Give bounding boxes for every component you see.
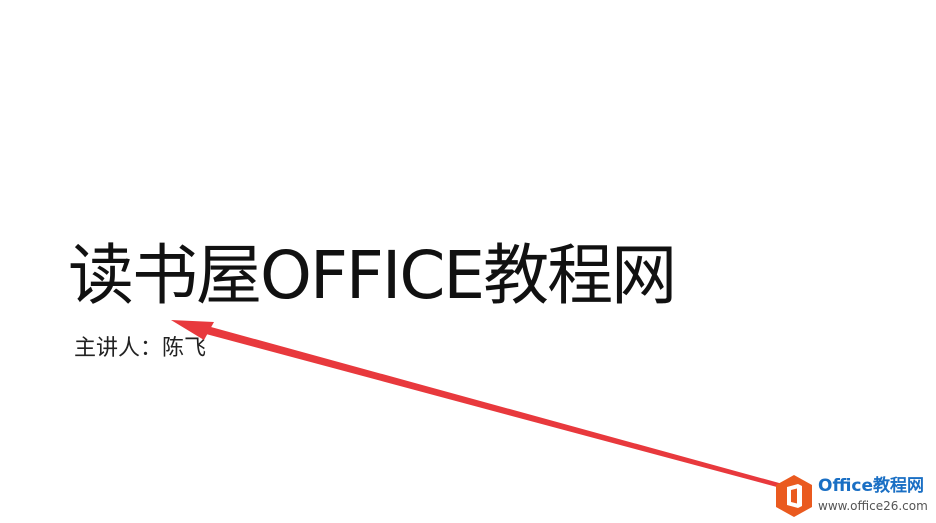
watermark: Office教程网 www.office26.com — [770, 472, 930, 520]
office-logo-icon — [776, 475, 812, 517]
slide-subtitle[interactable]: 主讲人：陈飞 — [74, 333, 206, 365]
slide-canvas[interactable]: 读书屋OFFICE教程网 主讲人：陈飞 Office教程网 www.office… — [0, 0, 936, 523]
arrow-shaft — [206, 327, 790, 490]
watermark-url: www.office26.com — [818, 499, 928, 513]
slide-title[interactable]: 读书屋OFFICE教程网 — [68, 236, 677, 316]
watermark-name: Office教程网 — [818, 476, 925, 496]
